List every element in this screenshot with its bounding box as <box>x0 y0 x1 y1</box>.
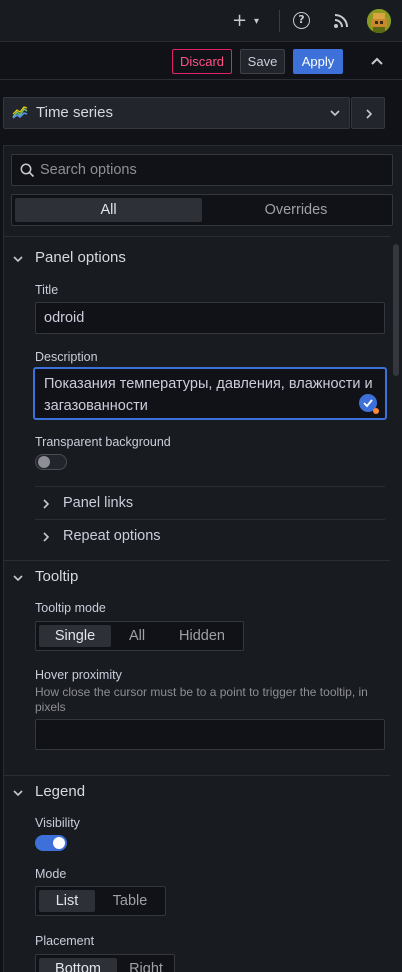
visualization-picker[interactable]: Time series <box>3 97 350 129</box>
title-label: Title <box>35 283 59 297</box>
chevron-right-icon <box>43 499 50 509</box>
toggle-knob <box>53 837 65 849</box>
divider <box>35 519 385 520</box>
search-icon <box>20 163 35 178</box>
visibility-toggle[interactable] <box>35 835 67 851</box>
transparent-background-toggle[interactable] <box>35 454 67 470</box>
chevron-down-icon <box>13 790 23 797</box>
divider <box>3 236 390 237</box>
action-bar: Discard Save Apply <box>0 42 402 80</box>
discard-button[interactable]: Discard <box>172 49 232 74</box>
divider <box>3 560 390 561</box>
chevron-down-icon <box>13 256 23 263</box>
chevron-down-icon <box>13 575 23 582</box>
transparent-background-label: Transparent background <box>35 435 171 449</box>
toggle-knob <box>38 456 50 468</box>
visibility-label: Visibility <box>35 816 80 830</box>
search-options[interactable] <box>11 154 393 186</box>
status-dot <box>373 408 379 414</box>
tooltip-mode-single[interactable]: Single <box>39 625 111 647</box>
description-textarea[interactable]: Показания температуры, давления, влажнос… <box>33 367 387 420</box>
hover-proximity-label: Hover proximity <box>35 668 122 682</box>
legend-mode-radio: List Table <box>35 886 166 916</box>
group-title: Legend <box>35 783 86 800</box>
help-icon[interactable]: ? <box>293 12 310 29</box>
visualization-next-button[interactable] <box>351 97 385 129</box>
description-label: Description <box>35 350 98 364</box>
tooltip-mode-all[interactable]: All <box>114 625 160 647</box>
divider <box>3 775 390 776</box>
subgroup-panel-links[interactable]: Panel links <box>35 488 385 520</box>
legend-mode-label: Mode <box>35 867 67 881</box>
options-tabs: All Overrides <box>11 194 393 226</box>
tab-all[interactable]: All <box>15 198 202 222</box>
legend-mode-table[interactable]: Table <box>98 890 162 912</box>
group-title: Panel options <box>35 249 126 266</box>
subgroup-repeat-options[interactable]: Repeat options <box>35 521 385 553</box>
chevron-up-icon[interactable] <box>370 55 384 69</box>
tab-overrides[interactable]: Overrides <box>204 198 388 222</box>
grammar-check-icon[interactable] <box>359 394 379 414</box>
top-bar: + ▾ ? <box>0 0 402 42</box>
tooltip-mode-hidden[interactable]: Hidden <box>164 625 240 647</box>
search-input[interactable] <box>40 160 380 180</box>
rss-icon[interactable] <box>333 12 350 29</box>
legend-mode-list[interactable]: List <box>39 890 95 912</box>
tooltip-mode-label: Tooltip mode <box>35 601 106 615</box>
group-legend[interactable]: Legend <box>3 779 390 807</box>
visualization-label: Time series <box>36 104 113 121</box>
chevron-right-icon <box>43 532 50 542</box>
group-panel-options[interactable]: Panel options <box>3 245 390 273</box>
time-series-icon <box>12 106 28 120</box>
group-tooltip[interactable]: Tooltip <box>3 564 390 592</box>
tooltip-mode-radio: Single All Hidden <box>35 621 244 651</box>
placement-bottom[interactable]: Bottom <box>39 958 117 972</box>
subgroup-title: Repeat options <box>63 528 161 544</box>
subgroup-title: Panel links <box>63 495 134 511</box>
scrollbar[interactable] <box>393 244 399 376</box>
divider <box>35 486 385 487</box>
apply-button[interactable]: Apply <box>293 49 343 74</box>
avatar[interactable] <box>367 9 391 33</box>
toolbar-divider <box>279 10 280 32</box>
title-input[interactable]: odroid <box>35 302 385 334</box>
placement-right[interactable]: Right <box>120 958 172 972</box>
add-new-button[interactable]: + ▾ <box>232 11 266 31</box>
chevron-down-icon: ▾ <box>254 16 260 27</box>
hover-proximity-input[interactable] <box>35 719 385 750</box>
legend-placement-radio: Bottom Right <box>35 954 175 972</box>
chevron-down-icon <box>330 110 340 117</box>
save-button[interactable]: Save <box>240 49 285 74</box>
plus-icon: + <box>232 10 248 31</box>
hover-proximity-description: How close the cursor must be to a point … <box>35 685 368 714</box>
group-title: Tooltip <box>35 568 79 585</box>
chevron-right-icon <box>366 109 373 119</box>
placement-label: Placement <box>35 934 95 948</box>
